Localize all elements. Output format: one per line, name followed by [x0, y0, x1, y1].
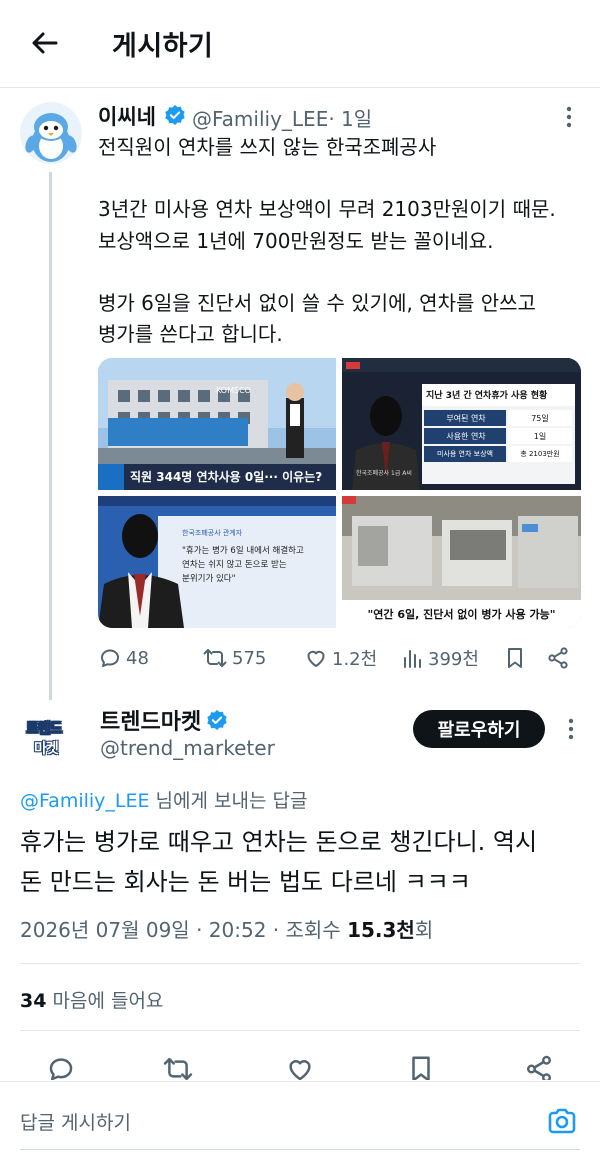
share-icon	[548, 647, 568, 669]
verified-badge-icon	[206, 709, 228, 731]
more-options-icon[interactable]	[556, 104, 582, 130]
repost-icon[interactable]	[162, 1054, 194, 1080]
like-button[interactable]: 1.2천	[304, 642, 377, 674]
views-button[interactable]: 399천	[402, 642, 479, 674]
post-actions: 48 575 1.2천 399천	[98, 642, 578, 674]
like-count: 1.2천	[332, 649, 378, 670]
media-grid: KOMSCO 직원 344명 연차사용 0일··· 이유는? 지난 3년 간 연…	[98, 358, 581, 628]
more-options-icon[interactable]	[558, 716, 584, 742]
avatar-logo-text: 트렌드	[26, 721, 63, 738]
views-chart-icon	[404, 650, 421, 668]
media-caption: "연간 6일, 진단서 없이 병가 사용 가능"	[367, 608, 556, 621]
share-icon[interactable]	[524, 1054, 554, 1080]
reply-input[interactable]: 답글 게시하기	[20, 1108, 131, 1135]
table-row-value: 총 2103만원	[520, 450, 560, 458]
quote-text: "휴가는 병가 6일 내에서 해결하고 연차는 쉬지 않고 돈으로 받는 분위기…	[182, 546, 304, 584]
view-count: 15.3천	[347, 918, 415, 942]
table-title: 지난 3년 간 연차휴가 사용 현황	[426, 391, 548, 401]
bookmark-icon	[508, 648, 522, 668]
post-line: 전직원이 연차를 쓰지 않는 한국조폐공사	[98, 135, 437, 159]
reply-button[interactable]: 48	[98, 642, 149, 674]
table-row-value: 75일	[531, 414, 549, 423]
post-meta: 2026년 07월 09일 · 20:52 · 조회수 15.3천회	[20, 914, 433, 943]
repost-count: 575	[232, 647, 267, 669]
likes-label: 마음에 들어요	[46, 990, 164, 1012]
author-name[interactable]: 이씨네	[98, 101, 156, 131]
post-line: 병가를 쓴다고 합니다.	[98, 322, 283, 347]
table-row-label: 부여된 연차	[446, 414, 486, 423]
divider	[20, 1030, 580, 1031]
post-actions	[0, 1050, 600, 1080]
table-row-value: 1일	[533, 432, 547, 441]
media-image-2[interactable]: 지난 3년 간 연차휴가 사용 현황 부여된 연차 75일 사용한 연차 1일 …	[342, 358, 581, 490]
post-line: 보상액으로 1년에 700만원정도 받는 꼴이네요.	[98, 228, 494, 253]
building-sign: KOMSCO	[216, 386, 251, 395]
media-image-4[interactable]: "연간 6일, 진단서 없이 병가 사용 가능"	[342, 496, 581, 628]
reply-context: @Familiy_LEE 님에게 보내는 답글	[20, 786, 307, 813]
reply-composer: 답글 게시하기	[0, 1081, 600, 1159]
avatar[interactable]: 트렌드 마켓	[20, 710, 82, 772]
avatar-logo-text: 마켓	[34, 741, 59, 757]
person-caption: 한국조폐공사 1급 A씨	[356, 470, 412, 477]
follow-button[interactable]: 팔로우하기	[413, 710, 545, 748]
top-bar: 게시하기	[0, 0, 600, 88]
avatar[interactable]	[20, 102, 82, 164]
camera-icon[interactable]	[544, 1104, 580, 1140]
mention-link[interactable]: @Familiy_LEE	[20, 790, 150, 812]
author-handle[interactable]: @trend_marketer	[100, 736, 275, 760]
view-count: 399천	[428, 649, 479, 670]
table-row-label: 미사용 연차 보상액	[437, 450, 493, 458]
post-body: 휴가는 병가로 때우고 연차는 돈으로 챙긴다니. 역시 돈 만드는 회사는 돈…	[20, 822, 590, 902]
post-timestamp[interactable]: 2026년 07월 09일 · 20:52 · 조회수	[20, 918, 347, 942]
post-body: 전직원이 연차를 쓰지 않는 한국조폐공사 3년간 미사용 연차 보상액이 무려…	[98, 132, 590, 350]
post-line	[98, 163, 590, 194]
reply-icon	[101, 649, 119, 667]
likes-summary[interactable]: 34 마음에 들어요	[20, 986, 163, 1013]
input-underline	[20, 1149, 580, 1150]
thread-line	[49, 172, 52, 700]
views-suffix: 회	[414, 918, 434, 942]
author-handle[interactable]: @Familiy_LEE· 1일	[192, 103, 372, 132]
reply-icon[interactable]	[46, 1054, 76, 1080]
table-row-label: 사용한 연차	[446, 432, 486, 441]
heart-icon	[307, 650, 325, 667]
reply-context-text: 님에게 보내는 답글	[149, 790, 308, 812]
repost-icon	[203, 649, 227, 667]
divider	[20, 963, 580, 964]
bookmark-icon[interactable]	[407, 1054, 435, 1080]
media-image-3[interactable]: 한국조폐공사 관계자 "휴가는 병가 6일 내에서 해결하고 연차는 쉬지 않고…	[98, 496, 336, 628]
post-line: 돈 만드는 회사는 돈 버는 법도 다르네 ㅋㅋㅋ	[20, 868, 471, 896]
likes-count: 34	[20, 990, 47, 1012]
media-image-1[interactable]: KOMSCO 직원 344명 연차사용 0일··· 이유는?	[98, 358, 336, 490]
page-title: 게시하기	[112, 31, 214, 62]
post-line: 휴가는 병가로 때우고 연차는 돈으로 챙긴다니. 역시	[20, 828, 538, 856]
heart-icon[interactable]	[285, 1054, 315, 1080]
post-line: 3년간 미사용 연차 보상액이 무려 2103만원이기 때문.	[98, 197, 556, 222]
reply-count: 48	[126, 647, 149, 669]
author-name[interactable]: 트렌드마켓	[100, 704, 201, 736]
post-line	[98, 257, 590, 288]
post-line: 병가 6일을 진단서 없이 쓸 수 있기에, 연차를 안쓰고	[98, 290, 536, 315]
verified-badge-icon	[164, 104, 186, 126]
speaker-tag: 한국조폐공사 관계자	[182, 529, 243, 537]
back-arrow-icon[interactable]	[28, 26, 62, 60]
bookmark-button[interactable]	[504, 642, 530, 674]
media-caption: 직원 344명 연차사용 0일··· 이유는?	[130, 470, 323, 484]
share-button[interactable]	[546, 642, 574, 674]
repost-button[interactable]: 575	[202, 642, 266, 674]
